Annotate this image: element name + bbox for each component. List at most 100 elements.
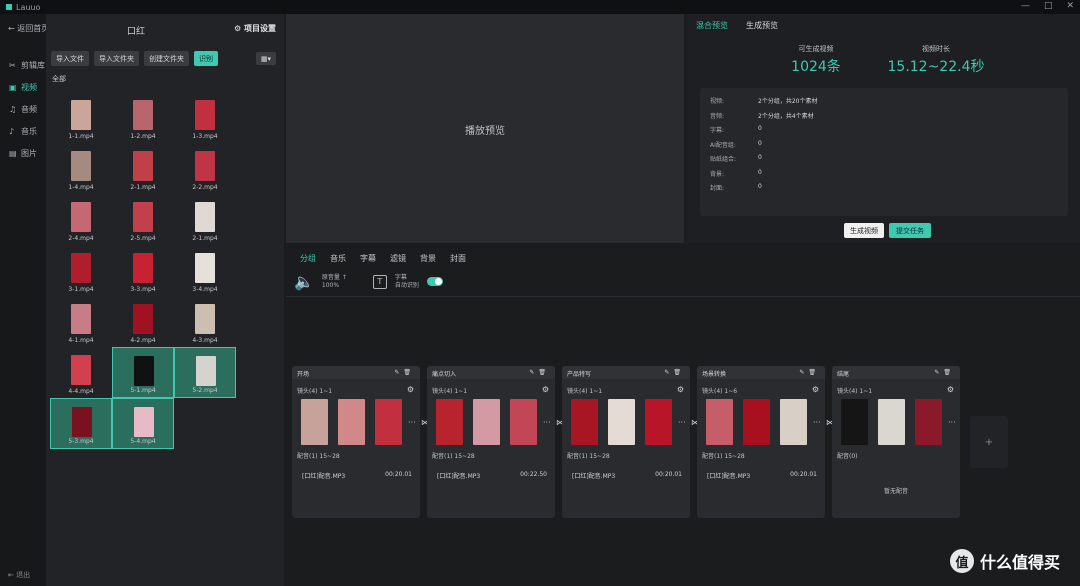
segment-thumbnail[interactable] [571,399,598,445]
more-icon[interactable]: ··· [948,418,956,427]
import-folder-button[interactable]: 导入文件夹 [94,51,139,66]
segment-thumbnail[interactable] [338,399,365,445]
more-icon[interactable]: ··· [543,418,551,427]
nav-item-0[interactable]: ✂ 剪辑库 [0,54,46,76]
close-button[interactable]: ✕ [1066,1,1074,11]
editor-tab-1[interactable]: 音乐 [330,253,346,264]
video-preview[interactable]: 播放预览 [286,14,684,243]
media-file-tile[interactable]: 3-1.mp4 [50,245,112,296]
preview-placeholder: 播放预览 [465,126,505,137]
media-file-tile[interactable]: 2-1.mp4 [112,143,174,194]
segment-card[interactable]: 结尾 ✎🗑 镜头(4) 1~1 ⚙ ··· 配音(0) 暂无配音 [832,366,960,518]
maximize-button[interactable]: □ [1044,1,1053,11]
recognize-button[interactable]: 识别 [194,51,218,66]
segment-thumbnail[interactable] [878,399,905,445]
media-thumbnail [134,407,154,437]
nav-item-2[interactable]: ♫ 音频 [0,98,46,120]
segment-thumbnail[interactable] [608,399,635,445]
media-file-tile[interactable]: 1-3.mp4 [174,92,236,143]
editor-tab-4[interactable]: 背景 [420,253,436,264]
media-file-tile[interactable]: 5-3.mp4 [50,398,112,449]
media-file-name: 4-4.mp4 [68,388,94,395]
watermark-text: 什么值得买 [980,553,1061,572]
segment-thumbnail[interactable] [436,399,463,445]
edit-delete-icons[interactable]: ✎🗑 [394,369,415,376]
segment-thumbnail[interactable] [301,399,328,445]
gear-icon[interactable]: ⚙ [542,385,549,394]
submit-task-button[interactable]: 提交任务 [889,223,931,238]
project-settings-button[interactable]: ⚙ 项目设置 [234,23,276,34]
import-file-button[interactable]: 导入文件 [51,51,89,66]
nav-item-1[interactable]: ▣ 视频 [0,76,46,98]
back-home-link[interactable]: ← 返回首页 [8,23,49,34]
media-file-tile[interactable]: 5-4.mp4 [112,398,174,449]
media-file-name: 4-1.mp4 [68,337,94,344]
media-file-tile[interactable]: 1-4.mp4 [50,143,112,194]
tab-mix-preview[interactable]: 混合预览 [696,20,728,31]
edit-delete-icons[interactable]: ✎🗑 [664,369,685,376]
media-file-tile[interactable]: 4-2.mp4 [112,296,174,347]
edit-delete-icons[interactable]: ✎🗑 [934,369,955,376]
media-file-name: 1-4.mp4 [68,184,94,191]
subtitle-toggle[interactable] [426,277,443,286]
editor-tab-0[interactable]: 分组 [300,253,316,264]
stats-row: AI配音组: 0 [710,140,762,149]
more-icon[interactable]: ··· [813,418,821,427]
view-toggle-button[interactable]: ▦▾ [256,52,276,65]
nav-item-4[interactable]: ▤ 图片 [0,142,46,164]
gear-icon[interactable]: ⚙ [407,385,414,394]
media-file-tile[interactable]: 2-1.mp4 [174,194,236,245]
media-file-tile[interactable]: 3-3.mp4 [112,245,174,296]
edit-delete-icons[interactable]: ✎🗑 [799,369,820,376]
stats-row-value: 2个分组，共4个素材 [758,112,814,120]
segment-thumbnail[interactable] [706,399,733,445]
segment-thumbnail[interactable] [915,399,942,445]
segment-thumbnail[interactable] [743,399,770,445]
stats-row: 背景: 0 [710,169,762,178]
tab-generate-preview[interactable]: 生成预览 [746,20,778,31]
gear-icon[interactable]: ⚙ [812,385,819,394]
create-folder-button[interactable]: 创建文件夹 [144,51,189,66]
media-file-tile[interactable]: 5-2.mp4 [174,347,236,398]
subtitle-icon[interactable]: T [372,274,387,289]
media-file-tile[interactable]: 2-2.mp4 [174,143,236,194]
editor-tab-5[interactable]: 封面 [450,253,466,264]
segment-voice-label: 配音(1) 15~28 [702,453,745,460]
gear-icon[interactable]: ⚙ [947,385,954,394]
more-icon[interactable]: ··· [408,418,416,427]
generate-video-button[interactable]: 生成视频 [844,223,884,238]
segment-card[interactable]: 产品特写 ✎🗑 镜头(4) 1~1 ⚙ ··· 配音(1) 15~28 [口红]配音.MP3… [562,366,690,518]
segment-card[interactable]: 开场 ✎🗑 镜头(4) 1~1 ⚙ ··· 配音(1) 15~28 [口红]配音.MP3 00… [292,366,420,518]
segment-thumbnail[interactable] [841,399,868,445]
segment-thumbnail[interactable] [375,399,402,445]
media-file-tile[interactable]: 2-5.mp4 [112,194,174,245]
edit-delete-icons[interactable]: ✎🗑 [529,369,550,376]
segment-thumbnail[interactable] [780,399,807,445]
media-file-tile[interactable]: 1-2.mp4 [112,92,174,143]
segment-card[interactable]: 场景转换 ✎🗑 镜头(4) 1~6 ⚙ ··· 配音(1) 15~28 [口红]配音.MP3… [697,366,825,518]
segment-thumbnail[interactable] [645,399,672,445]
media-file-tile[interactable]: 3-4.mp4 [174,245,236,296]
minimize-button[interactable]: — [1021,1,1030,11]
gear-icon[interactable]: ⚙ [677,385,684,394]
segment-thumbnail[interactable] [473,399,500,445]
editor-tab-3[interactable]: 滤镜 [390,253,406,264]
media-file-tile[interactable]: 2-4.mp4 [50,194,112,245]
nav-item-3[interactable]: ♪ 音乐 [0,120,46,142]
segment-thumbnail[interactable] [510,399,537,445]
more-icon[interactable]: ··· [678,418,686,427]
audio-icon: ♫ [9,104,17,114]
segment-card[interactable]: 痛点切入 ✎🗑 镜头(4) 1~1 ⚙ ··· 配音(1) 15~28 [口红]配音.MP3… [427,366,555,518]
media-thumbnail [195,304,215,334]
media-file-tile[interactable]: 4-3.mp4 [174,296,236,347]
media-file-tile[interactable]: 5-1.mp4 [112,347,174,398]
add-group-button[interactable]: + [970,416,1008,468]
editor-tab-2[interactable]: 字幕 [360,253,376,264]
stats-row-key: AI配音组: [710,141,736,149]
media-file-tile[interactable]: 4-1.mp4 [50,296,112,347]
media-file-tile[interactable]: 1-1.mp4 [50,92,112,143]
logout-button[interactable]: ⇤ 退出 [8,570,30,580]
volume-icon[interactable]: 🔈 [294,272,314,291]
media-file-tile[interactable]: 4-4.mp4 [50,347,112,398]
stats-row-value: 0 [758,125,762,132]
